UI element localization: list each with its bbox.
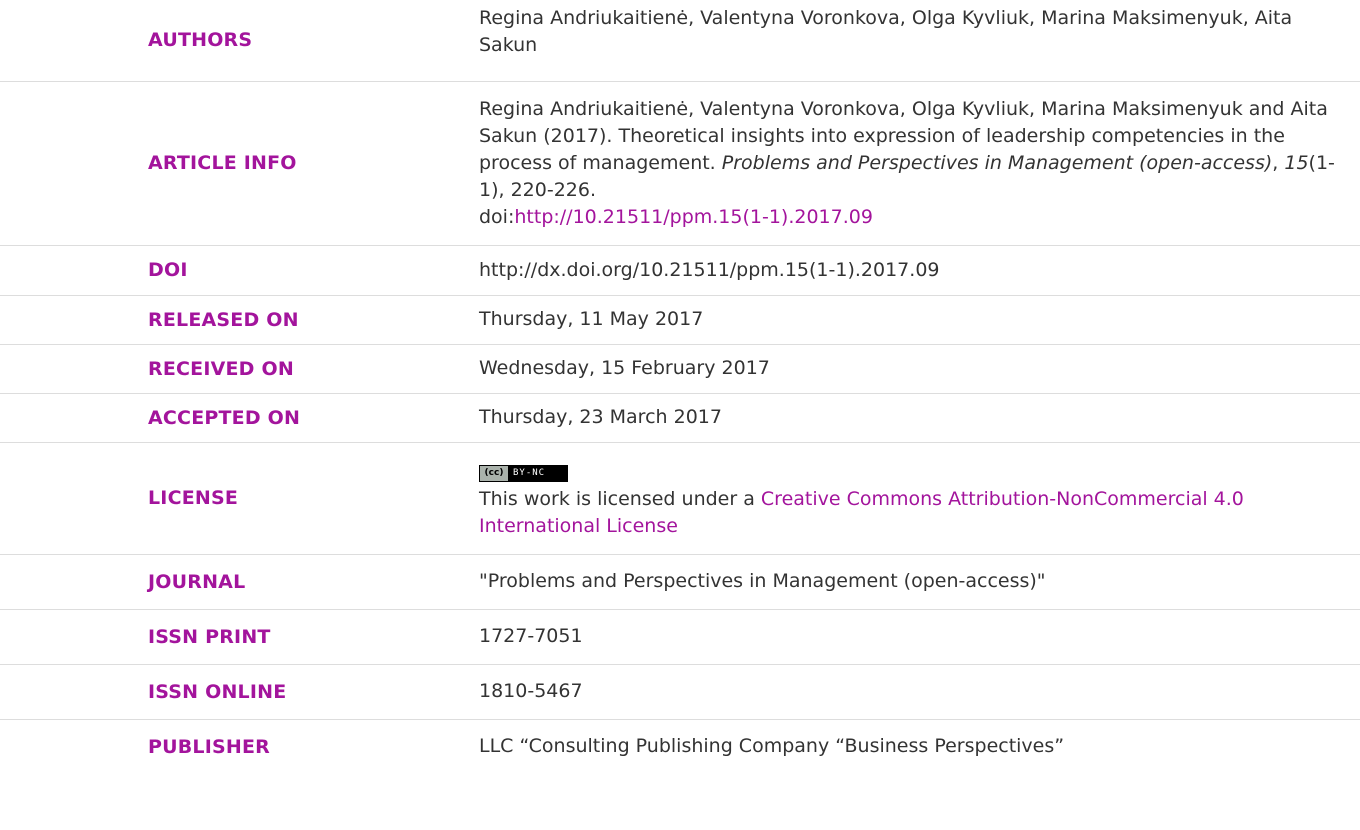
article-info-volume: 15 [1284,151,1309,174]
released-on-row: RELEASED ON Thursday, 11 May 2017 [0,295,1360,344]
cc-logo: (cc) [480,466,508,481]
cc-badge-text: BY-NC [513,468,546,478]
journal-label: JOURNAL [148,570,246,593]
article-info-row: ARTICLE INFO Regina Andriukaitienė, Vale… [0,81,1360,245]
received-on-value: Wednesday, 15 February 2017 [479,357,770,379]
journal-value: "Problems and Perspectives in Management… [479,570,1046,592]
license-text: This work is licensed under a [479,488,761,510]
doi-row: DOI http://dx.doi.org/10.21511/ppm.15(1-… [0,245,1360,295]
accepted-on-value: Thursday, 23 March 2017 [479,406,722,428]
article-info-value: Regina Andriukaitienė, Valentyna Voronko… [479,81,1360,245]
received-on-label: RECEIVED ON [148,357,294,380]
article-info-doi-link[interactable]: http://10.21511/ppm.15(1-1).2017.09 [514,206,873,228]
article-info-comma: , [1272,151,1285,174]
license-row: LICENSE (cc) BY-NC This work is licensed … [0,442,1360,554]
cc-by-nc-badge-icon[interactable]: (cc) BY-NC [479,465,569,482]
publisher-label: PUBLISHER [148,735,271,758]
license-value: (cc) BY-NC This work is licensed under a … [479,442,1360,554]
publisher-value: LLC “Consulting Publishing Company “Busi… [479,735,1065,758]
authors-row: AUTHORS Regina Andriukaitienė, Valentyna… [0,0,1360,81]
article-info-journal: Problems and Perspectives in Management … [721,151,1273,174]
issn-print-label: ISSN PRINT [148,625,271,648]
authors-label: AUTHORS [148,29,253,52]
article-info-label: ARTICLE INFO [148,152,297,174]
authors-value: Regina Andriukaitienė, Valentyna Voronko… [479,7,1293,56]
doi-label: DOI [148,259,188,281]
article-metadata-table: AUTHORS Regina Andriukaitienė, Valentyna… [0,0,1360,774]
accepted-on-row: ACCEPTED ON Thursday, 23 March 2017 [0,393,1360,442]
journal-row: JOURNAL "Problems and Perspectives in Ma… [0,554,1360,609]
doi-value: http://dx.doi.org/10.21511/ppm.15(1-1).2… [479,258,940,281]
accepted-on-label: ACCEPTED ON [148,406,301,429]
article-info-doi-prefix: doi: [479,205,515,228]
issn-online-label: ISSN ONLINE [148,680,287,703]
issn-print-value: 1727-7051 [479,625,583,647]
released-on-value: Thursday, 11 May 2017 [479,308,704,330]
released-on-label: RELEASED ON [148,308,299,331]
publisher-row: PUBLISHER LLC “Consulting Publishing Com… [0,719,1360,774]
license-label: LICENSE [148,487,239,509]
issn-online-row: ISSN ONLINE 1810-5467 [0,664,1360,719]
received-on-row: RECEIVED ON Wednesday, 15 February 2017 [0,344,1360,393]
issn-print-row: ISSN PRINT 1727-7051 [0,609,1360,664]
issn-online-value: 1810-5467 [479,680,583,702]
